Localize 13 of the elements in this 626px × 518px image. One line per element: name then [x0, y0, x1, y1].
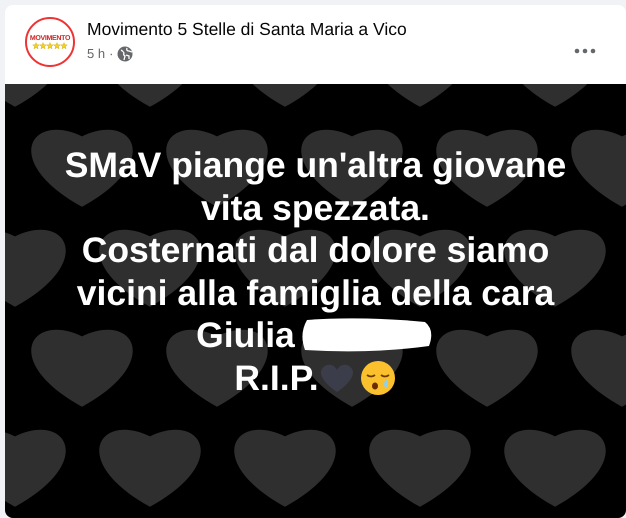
stars-icon — [32, 42, 68, 50]
post-time[interactable]: 5 h — [87, 44, 106, 64]
post-text-line: Giulia — [196, 314, 295, 356]
post-text-line: vita spezzata. — [201, 186, 430, 229]
page-name[interactable]: Movimento 5 Stelle di Santa Maria a Vico — [87, 19, 407, 40]
post-text-line: vicini alla famiglia della cara — [76, 272, 554, 314]
globe-icon[interactable] — [117, 46, 134, 62]
sleepy-face-icon — [358, 358, 397, 397]
separator: · — [109, 45, 114, 63]
post-text-line: SMaV piange un'altra giovane — [64, 144, 566, 186]
post-text-line: R.I.P. — [234, 356, 319, 399]
post-text-line: Costernati dal dolore siamo — [82, 229, 550, 272]
heart-icon — [318, 362, 355, 393]
